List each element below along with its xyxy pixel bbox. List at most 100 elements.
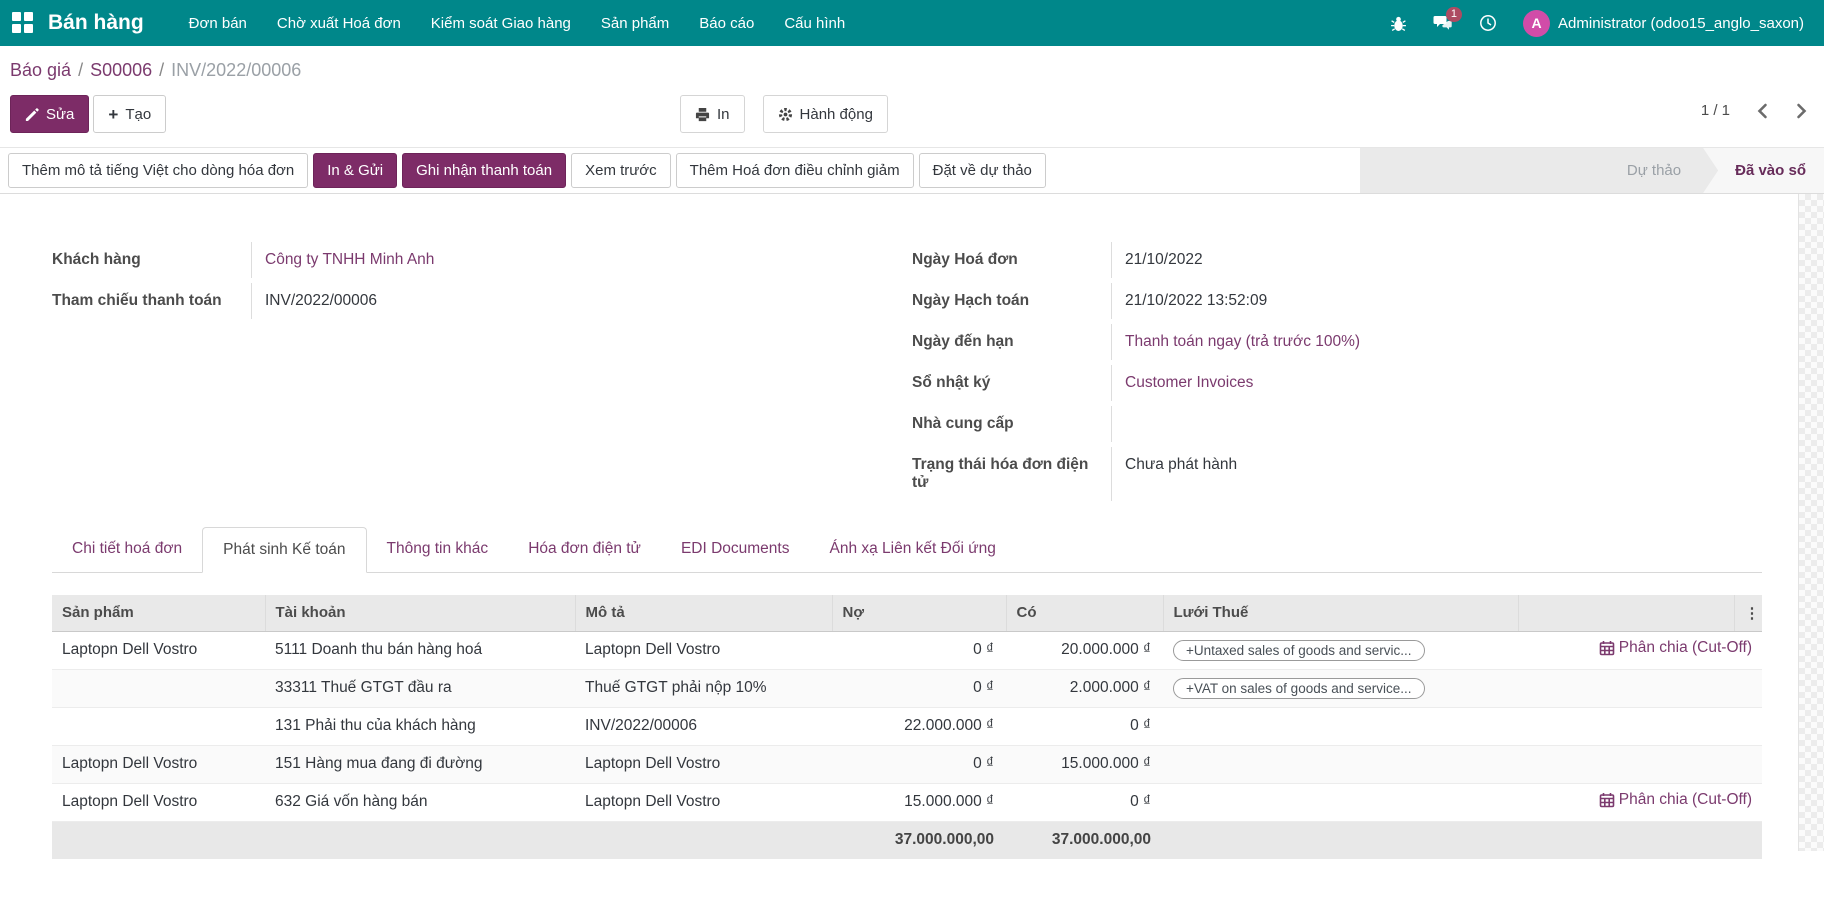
edit-button-label: Sửa: [46, 106, 74, 123]
cell-cutoff: Phân chia (Cut-Off): [1518, 783, 1762, 821]
journal-item-row[interactable]: 131 Phải thu của khách hàng INV/2022/000…: [52, 707, 1762, 745]
journal-item-row[interactable]: Laptopn Dell Vostro 632 Giá vốn hàng bán…: [52, 783, 1762, 821]
breadcrumb-link[interactable]: Báo giá: [10, 60, 71, 80]
notebook-tab-label: Ánh xạ Liên kết Đối ứng: [829, 540, 995, 557]
status-step-posted[interactable]: Đã vào sổ: [1703, 148, 1824, 193]
cell-tax-grid: [1163, 707, 1518, 745]
topbar-menu-item[interactable]: Cấu hình: [769, 0, 860, 46]
field-value: Chưa phát hành: [1112, 447, 1237, 483]
notebook-tab[interactable]: EDI Documents: [661, 527, 810, 572]
optional-columns-toggle-icon[interactable]: ⋮: [1734, 595, 1762, 631]
topbar-menu-item-label: Cấu hình: [784, 15, 845, 32]
breadcrumb-link[interactable]: S00006: [90, 60, 152, 80]
field-label: Nhà cung cấp: [912, 406, 1112, 442]
action-menu-button[interactable]: Hành động: [763, 95, 888, 133]
create-button[interactable]: + Tạo: [93, 95, 166, 133]
notebook-tab[interactable]: Thông tin khác: [367, 527, 509, 572]
col-product[interactable]: Sản phẩm: [52, 595, 265, 631]
field-value: [1112, 406, 1125, 424]
debug-bug-icon[interactable]: [1390, 15, 1407, 32]
cell-tax-grid: [1163, 745, 1518, 783]
field-value[interactable]: Công ty TNHH Minh Anh: [252, 242, 434, 278]
col-account[interactable]: Tài khoản: [265, 595, 575, 631]
app-name[interactable]: Bán hàng: [48, 11, 144, 35]
topbar-menu: Đơn bánChờ xuất Hoá đơnKiểm soát Giao hà…: [174, 0, 861, 46]
statusbar-button[interactable]: Xem trước: [571, 153, 671, 188]
statusbar-button[interactable]: Đặt về dự thảo: [919, 153, 1046, 188]
topbar-menu-item[interactable]: Đơn bán: [174, 0, 262, 46]
notebook-tab[interactable]: Chi tiết hoá đơn: [52, 527, 202, 572]
cell-cutoff: [1518, 745, 1762, 783]
col-credit[interactable]: Có: [1006, 595, 1163, 631]
cell-debit: 0 ₫: [832, 669, 1006, 707]
activities-clock-icon[interactable]: [1479, 14, 1497, 32]
topbar-menu-item[interactable]: Kiểm soát Giao hàng: [416, 0, 586, 46]
topbar-menu-item[interactable]: Chờ xuất Hoá đơn: [262, 0, 416, 46]
print-button[interactable]: In: [680, 95, 745, 133]
statusbar-button[interactable]: Thêm Hoá đơn điều chỉnh giảm: [676, 153, 914, 188]
pager-next-icon[interactable]: [1795, 103, 1808, 119]
cell-debit: 15.000.000 ₫: [832, 783, 1006, 821]
field-value[interactable]: Customer Invoices: [1112, 365, 1253, 401]
statusbar-button-label: Ghi nhận thanh toán: [416, 162, 552, 179]
journal-item-row[interactable]: Laptopn Dell Vostro 151 Hàng mua đang đi…: [52, 745, 1762, 783]
user-menu[interactable]: A Administrator (odoo15_anglo_saxon): [1523, 10, 1804, 37]
cell-tax-grid: +Untaxed sales of goods and servic...: [1163, 631, 1518, 669]
pager-previous-icon[interactable]: [1756, 103, 1769, 119]
cutoff-link[interactable]: Phân chia (Cut-Off): [1599, 639, 1752, 657]
statusbar-button-label: Đặt về dự thảo: [933, 162, 1032, 179]
page-edge-hatch: [1798, 194, 1824, 851]
notebook-tab[interactable]: Phát sinh Kế toán: [202, 527, 366, 573]
top-navbar: Bán hàng Đơn bánChờ xuất Hoá đơnKiểm soá…: [0, 0, 1824, 46]
action-menu-label: Hành động: [800, 106, 873, 123]
cutoff-link[interactable]: Phân chia (Cut-Off): [1599, 791, 1752, 809]
print-button-label: In: [717, 106, 730, 123]
statusbar-button-label: Xem trước: [585, 162, 657, 179]
notebook-tabs: Chi tiết hoá đơnPhát sinh Kế toánThông t…: [52, 527, 1762, 573]
messages-icon[interactable]: 1: [1433, 14, 1453, 32]
tax-tag-pill[interactable]: +Untaxed sales of goods and servic...: [1173, 640, 1425, 661]
field-label: Sổ nhật ký: [912, 365, 1112, 401]
statusbar-button[interactable]: Thêm mô tả tiếng Việt cho dòng hóa đơn: [8, 153, 308, 188]
journal-item-row[interactable]: Laptopn Dell Vostro 5111 Doanh thu bán h…: [52, 631, 1762, 669]
apps-menu-icon[interactable]: [12, 12, 34, 34]
field-label: Khách hàng: [52, 242, 252, 278]
notebook-tab[interactable]: Hóa đơn điện tử: [508, 527, 661, 572]
col-tax-grid[interactable]: Lưới Thuế: [1163, 595, 1518, 631]
message-counter-badge: 1: [1446, 7, 1462, 22]
notebook-tab-label: EDI Documents: [681, 540, 790, 557]
plus-icon: +: [108, 106, 118, 123]
breadcrumb: Báo giá/S00006/INV/2022/00006: [10, 60, 1824, 81]
col-debit[interactable]: Nợ: [832, 595, 1006, 631]
statusbar-button[interactable]: In & Gửi: [313, 153, 397, 188]
edit-button[interactable]: Sửa: [10, 95, 89, 133]
calendar-icon: [1599, 640, 1615, 656]
tax-tag-pill[interactable]: +VAT on sales of goods and service...: [1173, 678, 1425, 699]
notebook-tab[interactable]: Ánh xạ Liên kết Đối ứng: [809, 527, 1015, 572]
journal-items-table: Sản phẩm Tài khoản Mô tả Nợ Có Lưới Thuế…: [52, 595, 1762, 859]
breadcrumb-current: INV/2022/00006: [171, 60, 301, 80]
form-field-row: Ngày Hoá đơn 21/10/2022: [912, 242, 1772, 283]
status-step-draft[interactable]: Dự thảo: [1605, 148, 1703, 193]
topbar-menu-item[interactable]: Sản phẩm: [586, 0, 684, 46]
statusbar: Thêm mô tả tiếng Việt cho dòng hóa đơn In…: [0, 147, 1824, 194]
notebook-tab-label: Hóa đơn điện tử: [528, 540, 641, 557]
col-description[interactable]: Mô tả: [575, 595, 832, 631]
statusbar-button-label: Thêm mô tả tiếng Việt cho dòng hóa đơn: [22, 162, 294, 179]
pencil-icon: [25, 107, 39, 121]
cell-debit: 0 ₫: [832, 745, 1006, 783]
statusbar-button[interactable]: Ghi nhận thanh toán: [402, 153, 566, 188]
cell-product: Laptopn Dell Vostro: [52, 631, 265, 669]
breadcrumb-separator: /: [78, 60, 83, 80]
form-field-row: Sổ nhật ký Customer Invoices: [912, 365, 1772, 406]
cutoff-label: Phân chia (Cut-Off): [1619, 791, 1752, 809]
form-field-row: Trạng thái hóa đơn điện tử Chưa phát hàn…: [912, 447, 1772, 501]
cell-description: Thuế GTGT phải nộp 10%: [575, 669, 832, 707]
table-header-row: Sản phẩm Tài khoản Mô tả Nợ Có Lưới Thuế…: [52, 595, 1762, 631]
pager-value: 1 / 1: [1701, 102, 1730, 119]
journal-item-row[interactable]: 33311 Thuế GTGT đầu ra Thuế GTGT phải nộ…: [52, 669, 1762, 707]
field-value[interactable]: Thanh toán ngay (trả trước 100%): [1112, 324, 1360, 360]
cell-description: INV/2022/00006: [575, 707, 832, 745]
topbar-menu-item[interactable]: Báo cáo: [684, 0, 769, 46]
cell-credit: 2.000.000 ₫: [1006, 669, 1163, 707]
